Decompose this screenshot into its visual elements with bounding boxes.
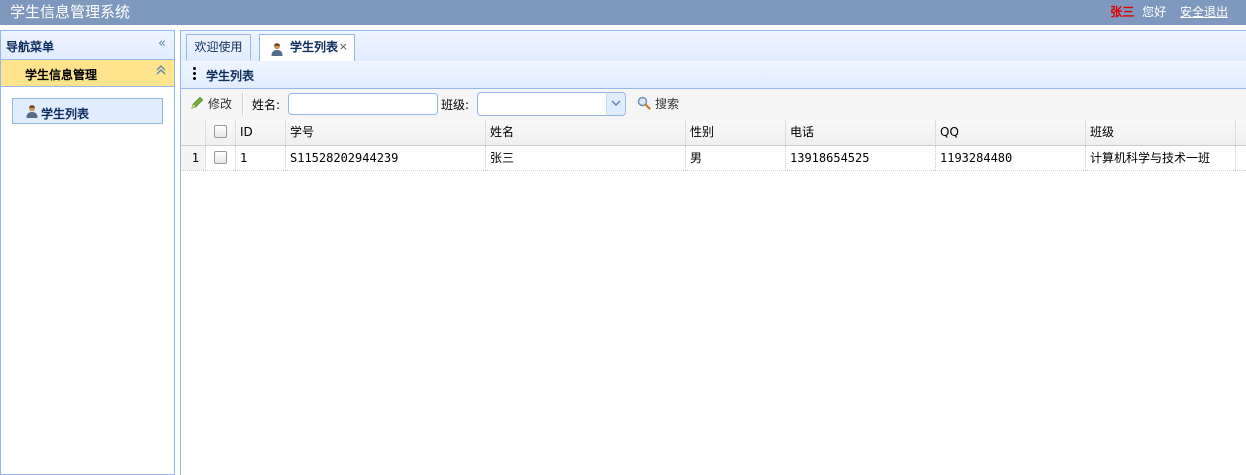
sidebar-item-student-list[interactable]: 学生列表 bbox=[12, 98, 163, 124]
vertical-dots-icon bbox=[193, 67, 196, 82]
column-header-gender[interactable]: 性别 bbox=[686, 120, 786, 145]
tab-student-list[interactable]: 学生列表 × bbox=[259, 34, 355, 61]
name-label: 姓名: bbox=[252, 98, 281, 112]
accordion-header-student-management[interactable]: 学生信息管理 bbox=[1, 60, 174, 87]
navigation-panel: 导航菜单 « 学生信息管理 学生列表 bbox=[0, 30, 175, 475]
column-header-id[interactable]: ID bbox=[236, 120, 286, 145]
double-chevron-up-icon[interactable] bbox=[156, 64, 166, 78]
panel-title: 学生列表 bbox=[206, 69, 255, 83]
search-label: 搜索 bbox=[655, 97, 680, 111]
cell-qq: 1193284480 bbox=[936, 146, 1086, 170]
pencil-icon bbox=[190, 96, 204, 113]
column-header-student-number[interactable]: 学号 bbox=[286, 120, 486, 145]
chevron-down-icon[interactable] bbox=[606, 93, 625, 115]
toolbar: 修改 姓名: 班级: 搜索 bbox=[181, 89, 1246, 121]
column-header-class[interactable]: 班级 bbox=[1086, 120, 1236, 145]
edit-label: 修改 bbox=[208, 97, 233, 111]
cell-student-number: S11528202944239 bbox=[286, 146, 486, 170]
search-icon bbox=[637, 96, 651, 113]
user-icon bbox=[25, 104, 39, 121]
cell-gender: 男 bbox=[686, 146, 786, 170]
app-title: 学生信息管理系统 bbox=[10, 3, 131, 21]
user-name: 张三 bbox=[1110, 5, 1135, 19]
close-icon[interactable]: × bbox=[339, 35, 348, 59]
main-area: 欢迎使用 学生列表 × 学生列表 修改 姓名: 班级: 搜索 ID 学号 姓名 … bbox=[180, 30, 1246, 475]
panel-title-bar: 学生列表 bbox=[181, 61, 1246, 89]
grid-header-row: ID 学号 姓名 性别 电话 QQ 班级 bbox=[181, 120, 1246, 146]
row-checkbox-cell bbox=[206, 146, 236, 170]
rownumber-header bbox=[181, 120, 206, 145]
cell-name: 张三 bbox=[486, 146, 686, 170]
column-header-name[interactable]: 姓名 bbox=[486, 120, 686, 145]
cell-class: 计算机科学与技术一班 bbox=[1086, 146, 1236, 170]
select-all-checkbox[interactable] bbox=[214, 125, 227, 138]
navigation-title: 导航菜单 bbox=[6, 40, 55, 54]
column-header-phone[interactable]: 电话 bbox=[786, 120, 936, 145]
class-select[interactable] bbox=[477, 92, 626, 116]
toolbar-divider bbox=[242, 93, 244, 115]
row-number: 1 bbox=[181, 146, 206, 170]
tab-welcome[interactable]: 欢迎使用 bbox=[186, 34, 251, 60]
select-all-cell bbox=[206, 120, 236, 145]
tabs-bar: 欢迎使用 学生列表 × bbox=[181, 30, 1246, 62]
cell-id: 1 bbox=[236, 146, 286, 170]
double-chevron-left-icon[interactable]: « bbox=[158, 36, 166, 51]
sidebar-item-label: 学生列表 bbox=[41, 107, 90, 121]
navigation-header: 导航菜单 « bbox=[1, 31, 174, 60]
column-header-qq[interactable]: QQ bbox=[936, 120, 1086, 145]
student-datagrid: ID 学号 姓名 性别 电话 QQ 班级 1 1 S11528202944239… bbox=[181, 120, 1246, 171]
cell-phone: 13918654525 bbox=[786, 146, 936, 170]
accordion-title: 学生信息管理 bbox=[25, 68, 98, 82]
class-label: 班级: bbox=[441, 98, 470, 112]
tab-label: 学生列表 bbox=[290, 40, 339, 54]
greeting-text: 您好 bbox=[1142, 5, 1167, 19]
table-row[interactable]: 1 1 S11528202944239 张三 男 13918654525 119… bbox=[181, 146, 1246, 171]
user-area: 张三 您好 安全退出 bbox=[1110, 4, 1228, 20]
row-checkbox[interactable] bbox=[214, 151, 227, 164]
top-header: 学生信息管理系统 张三 您好 安全退出 bbox=[0, 0, 1246, 25]
name-search-input[interactable] bbox=[288, 93, 438, 115]
logout-link[interactable]: 安全退出 bbox=[1180, 5, 1228, 19]
